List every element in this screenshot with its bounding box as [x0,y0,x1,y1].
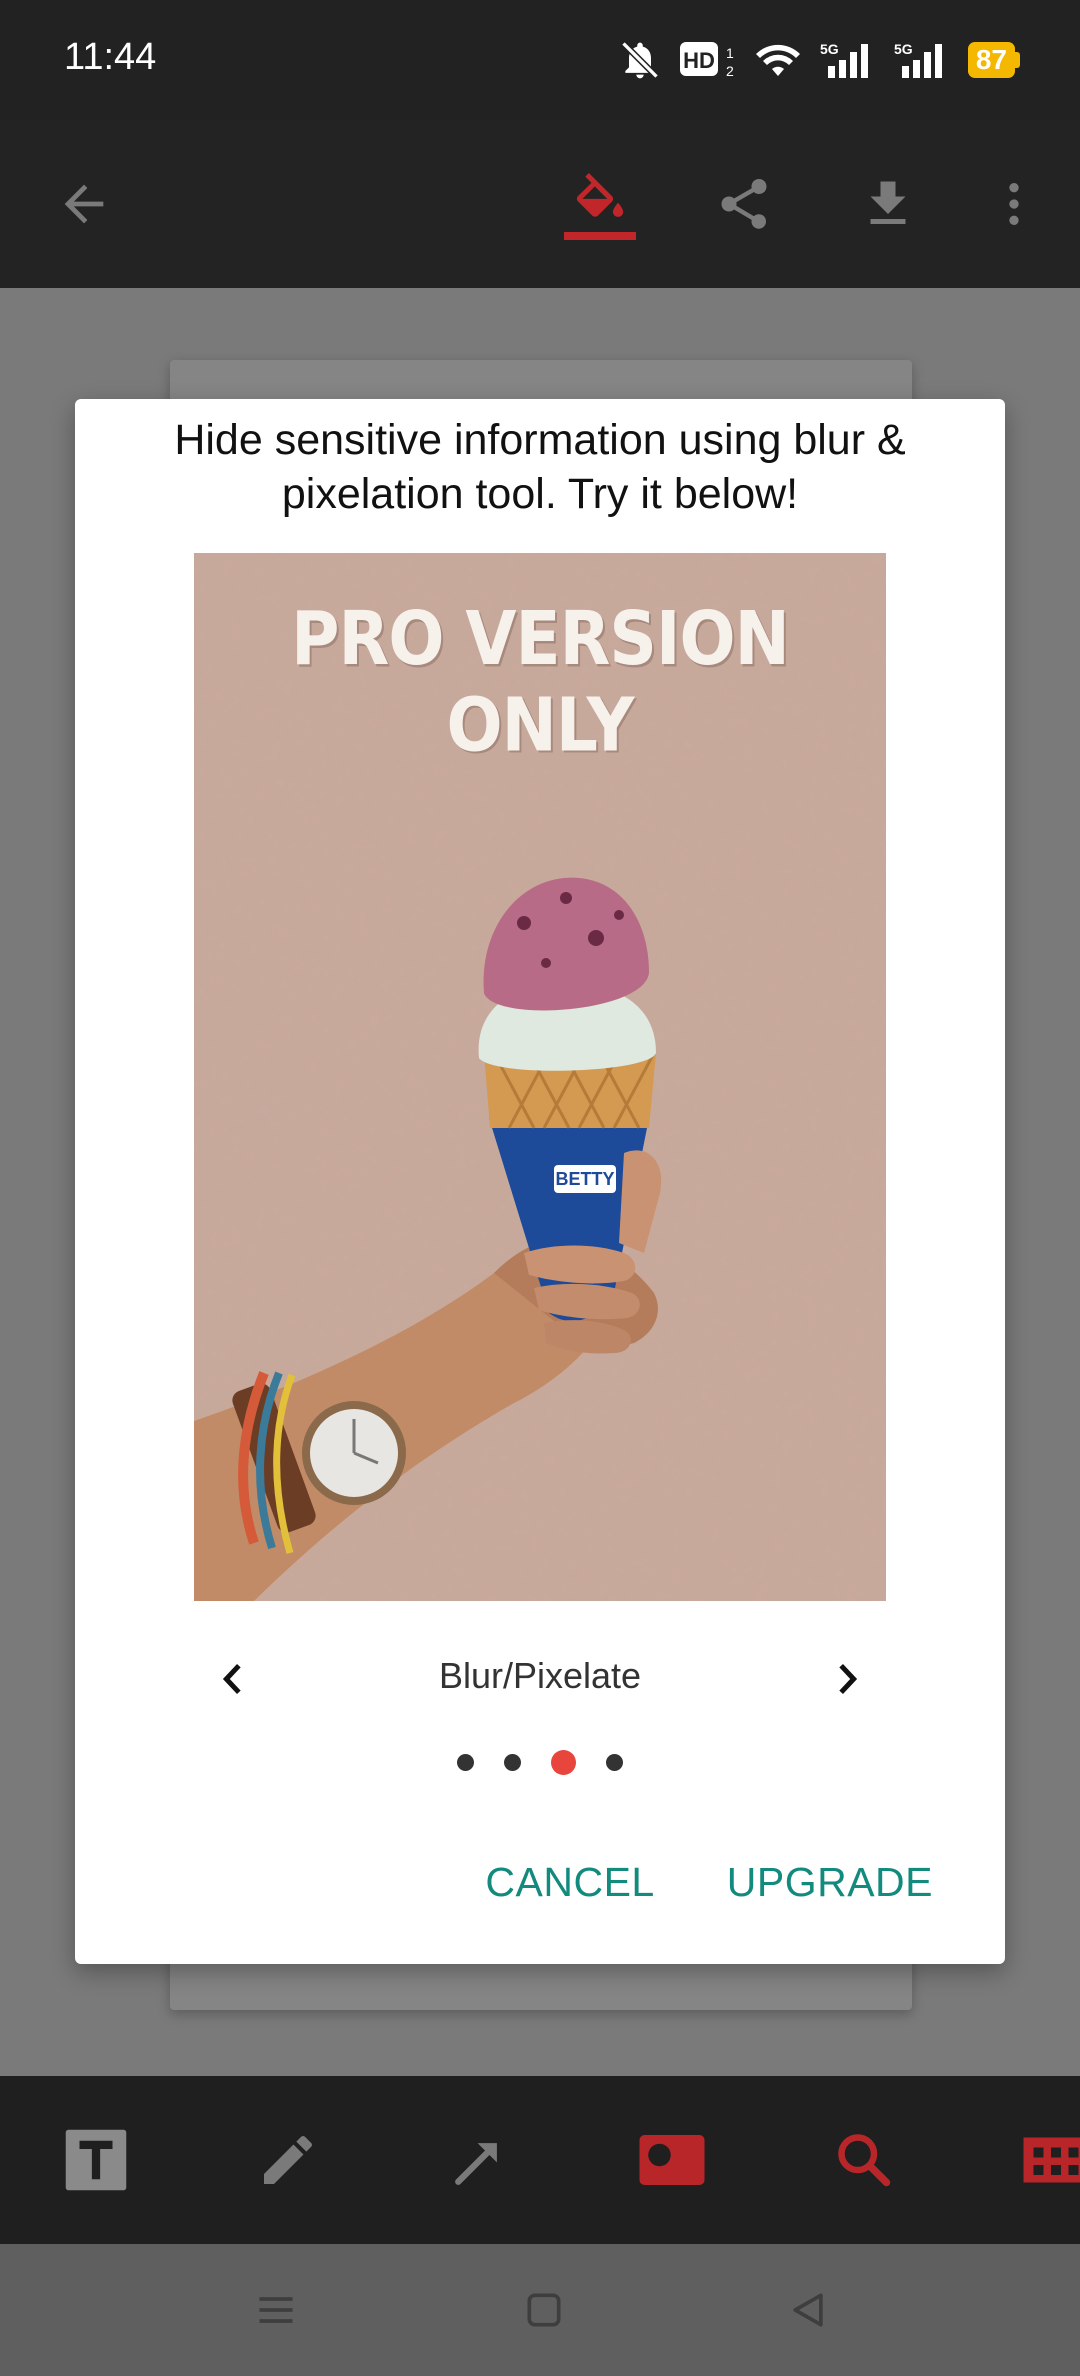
dialog-title: Hide sensitive information using blur & … [174,416,906,518]
chevron-left-icon[interactable] [203,1649,263,1709]
svg-text:5G: 5G [894,41,913,57]
page-dot[interactable] [606,1753,623,1771]
more-vert-icon[interactable] [980,170,1048,238]
back-icon[interactable] [778,2280,838,2340]
nav-bar [0,2244,1080,2376]
upgrade-dialog: Hide sensitive information using blur & … [75,399,1005,1964]
status-icons: HD 1 2 5G 5G 87 [618,36,1020,84]
menu-icon[interactable] [246,2280,306,2340]
battery-icon: 87 [967,42,1020,78]
arrow-tool-icon[interactable] [440,2120,520,2200]
dialog-actions: CANCEL UPGRADE [485,1859,933,1919]
feature-carousel: Blur/Pixelate [75,1639,1005,1719]
svg-text:1: 1 [726,45,734,61]
tool-bar [0,2076,1080,2244]
wifi-icon [754,40,802,80]
page-dot[interactable] [457,1753,474,1771]
hd-icon: HD 1 2 [679,40,736,80]
upgrade-button[interactable]: UPGRADE [727,1859,933,1919]
pixelate-tool-icon[interactable] [1016,2120,1080,2200]
bell-muted-icon [618,38,662,82]
page-dot[interactable] [504,1753,521,1771]
signal-5g-icon: 5G [894,40,950,80]
text-tool-icon[interactable] [56,2120,136,2200]
preview-image: BETTY PRO VERSION ONLY [194,553,886,1601]
svg-text:HD: HD [683,48,715,73]
signal-5g-icon: 5G [820,40,876,80]
blur-rect-tool-icon[interactable] [632,2120,712,2200]
pro-version-label: PRO VERSION ONLY [291,595,790,769]
paint-bucket-icon[interactable] [566,170,634,238]
active-tool-indicator [564,232,636,240]
home-icon[interactable] [514,2280,574,2340]
svg-text:5G: 5G [820,41,839,57]
chevron-right-icon[interactable] [817,1649,877,1709]
magnify-tool-icon[interactable] [824,2120,904,2200]
svg-text:2: 2 [726,63,734,79]
download-icon[interactable] [854,170,922,238]
status-bar: 11:44 HD 1 2 5G 5G 87 [0,0,1080,120]
battery-level: 87 [967,42,1015,78]
status-time: 11:44 [64,36,157,78]
pencil-tool-icon[interactable] [248,2120,328,2200]
app-toolbar [0,120,1080,288]
share-icon[interactable] [710,170,778,238]
cancel-button[interactable]: CANCEL [485,1859,654,1919]
cup-brand-label: BETTY [555,1169,614,1189]
feature-label: Blur/Pixelate [438,1655,642,1696]
back-arrow-icon[interactable] [50,170,118,238]
page-indicator [75,1747,1005,1777]
page-dot-active[interactable] [551,1749,576,1775]
